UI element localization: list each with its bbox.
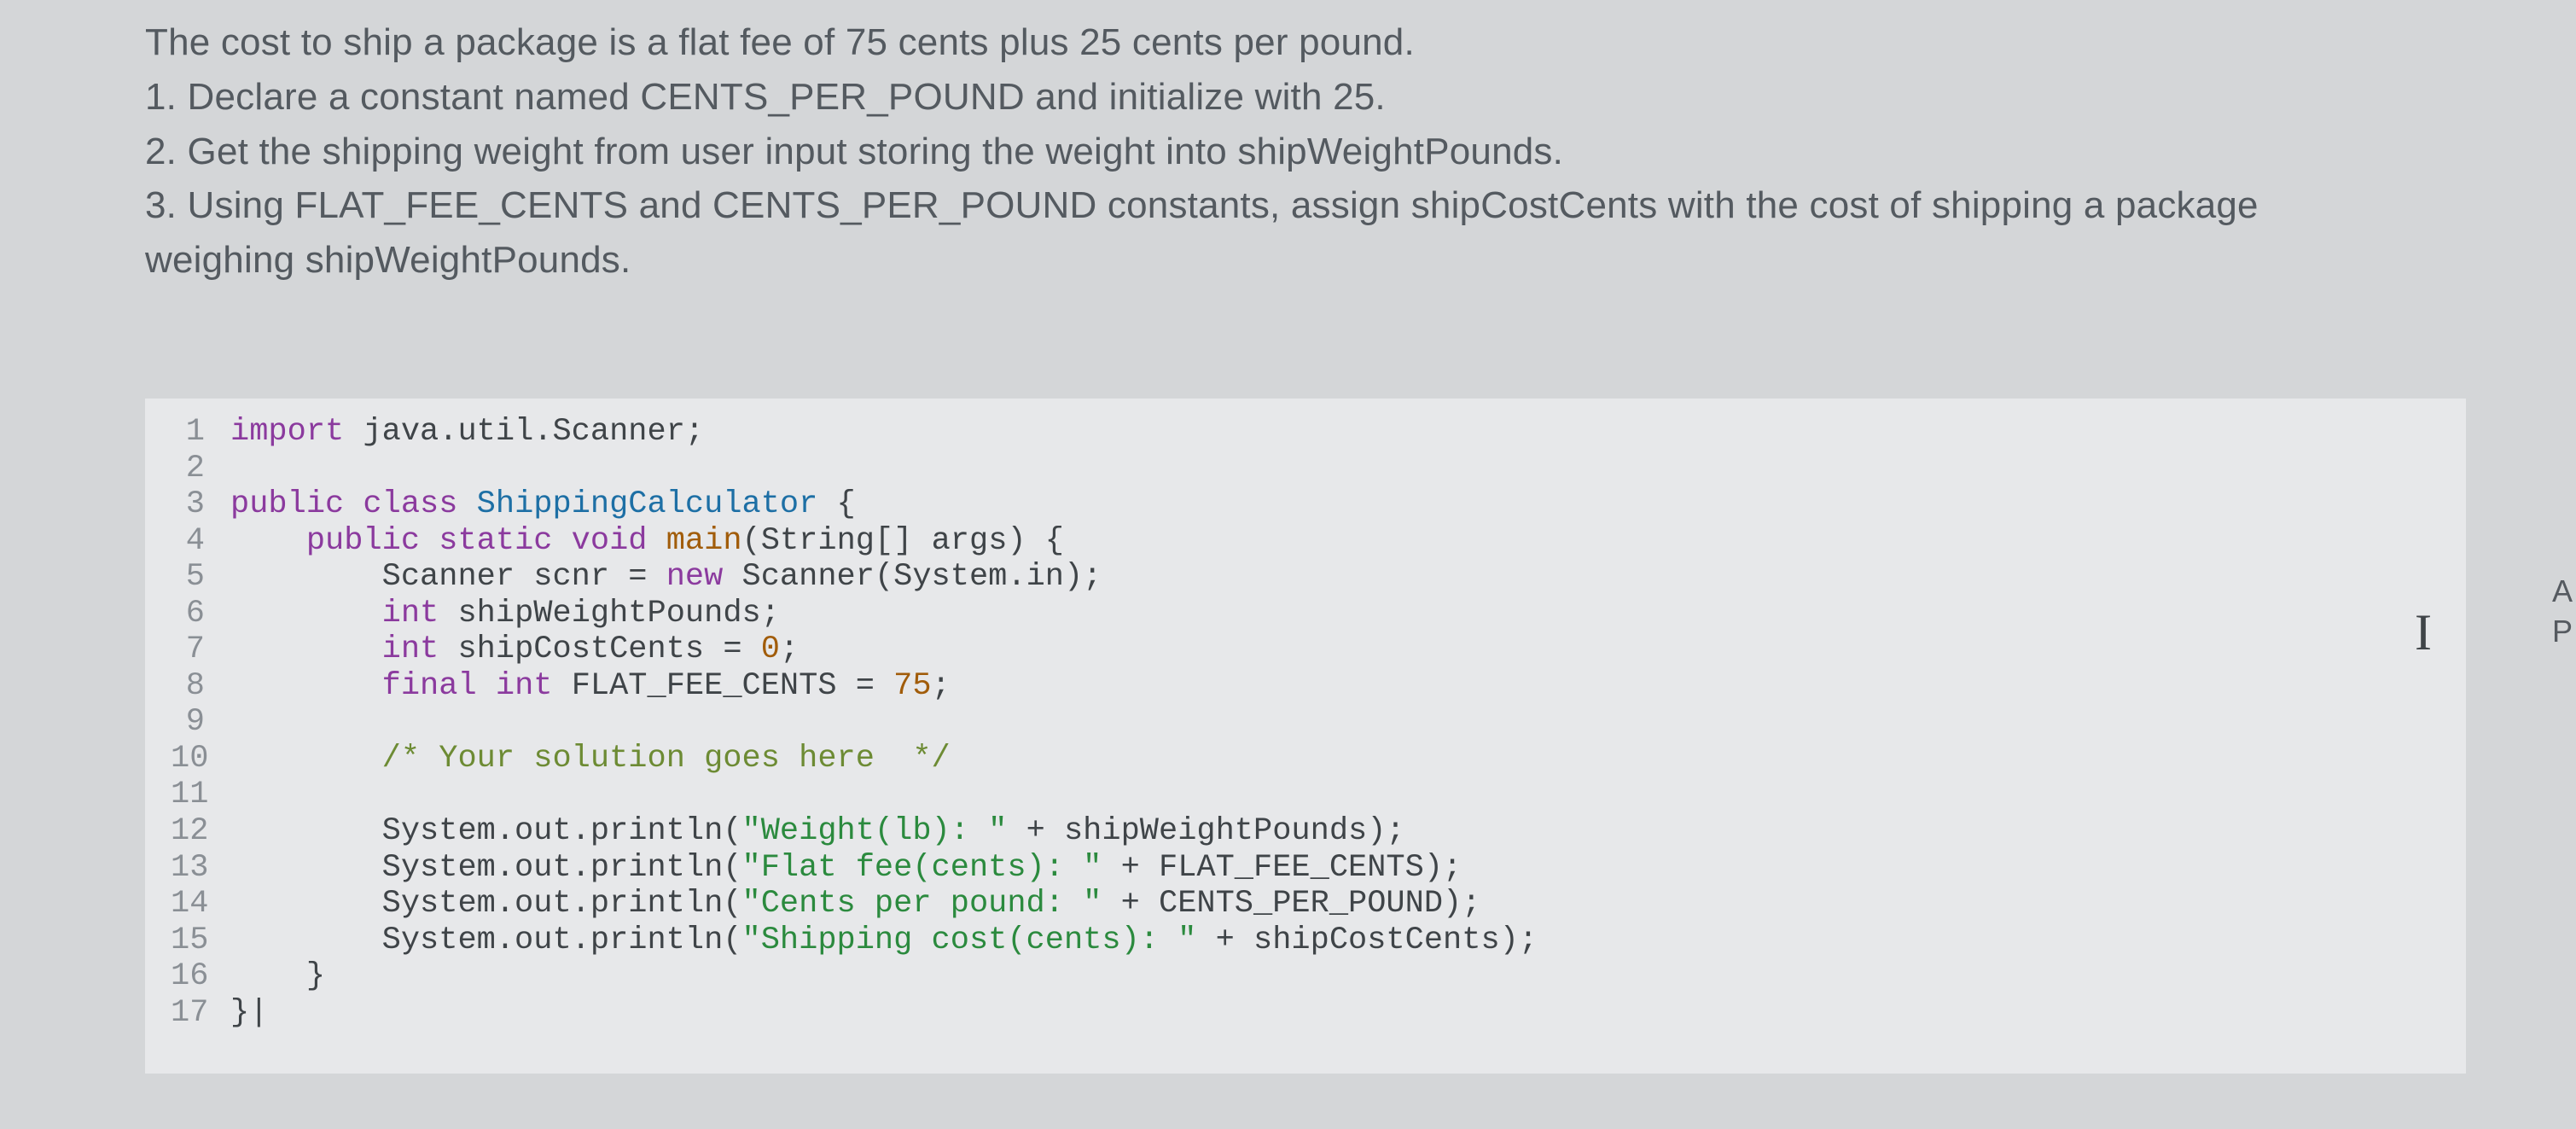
line-number: 9 — [171, 704, 230, 741]
editor-caret-icon: | — [249, 995, 268, 1031]
code-content[interactable]: import java.util.Scanner; — [230, 414, 2440, 451]
code-content[interactable]: System.out.println("Weight(lb): " + ship… — [230, 813, 2440, 850]
code-line[interactable]: 12 System.out.println("Weight(lb): " + s… — [171, 813, 2440, 850]
line-number: 13 — [171, 850, 230, 887]
line-number: 2 — [171, 451, 230, 487]
code-line[interactable]: 15 System.out.println("Shipping cost(cen… — [171, 922, 2440, 959]
code-content[interactable]: /* Your solution goes here */ — [230, 741, 2440, 777]
code-line[interactable]: 2 — [171, 451, 2440, 487]
code-content[interactable]: int shipWeightPounds; — [230, 596, 2440, 632]
instruction-line-1: The cost to ship a package is a flat fee… — [145, 15, 2406, 70]
code-content[interactable]: System.out.println("Shipping cost(cents)… — [230, 922, 2440, 959]
code-content[interactable]: }| — [230, 995, 2440, 1032]
code-content[interactable]: public class ShippingCalculator { — [230, 486, 2440, 523]
line-number: 12 — [171, 813, 230, 850]
code-content[interactable]: int shipCostCents = 0; — [230, 631, 2440, 668]
code-line[interactable]: 5 Scanner scnr = new Scanner(System.in); — [171, 559, 2440, 596]
code-content[interactable] — [230, 777, 2440, 813]
page-root: The cost to ship a package is a flat fee… — [0, 0, 2576, 1074]
line-number: 11 — [171, 777, 230, 813]
line-number: 10 — [171, 741, 230, 777]
line-number: 1 — [171, 414, 230, 451]
instruction-line-4: 3. Using FLAT_FEE_CENTS and CENTS_PER_PO… — [145, 178, 2406, 288]
line-number: 7 — [171, 631, 230, 668]
instruction-line-2: 1. Declare a constant named CENTS_PER_PO… — [145, 70, 2406, 125]
code-line[interactable]: 7 int shipCostCents = 0; — [171, 631, 2440, 668]
code-content[interactable] — [230, 704, 2440, 741]
line-number: 17 — [171, 995, 230, 1032]
code-line[interactable]: 1import java.util.Scanner; — [171, 414, 2440, 451]
code-line[interactable]: 17}| — [171, 995, 2440, 1032]
line-number: 15 — [171, 922, 230, 959]
code-line[interactable]: 9 — [171, 704, 2440, 741]
line-number: 8 — [171, 668, 230, 705]
code-content[interactable]: System.out.println("Cents per pound: " +… — [230, 886, 2440, 922]
line-number: 16 — [171, 958, 230, 995]
code-content[interactable]: final int FLAT_FEE_CENTS = 75; — [230, 668, 2440, 705]
line-number: 14 — [171, 886, 230, 922]
code-line[interactable]: 13 System.out.println("Flat fee(cents): … — [171, 850, 2440, 887]
code-line[interactable]: 3public class ShippingCalculator { — [171, 486, 2440, 523]
line-number: 6 — [171, 596, 230, 632]
instruction-line-3: 2. Get the shipping weight from user inp… — [145, 125, 2406, 179]
code-line[interactable]: 14 System.out.println("Cents per pound: … — [171, 886, 2440, 922]
code-line[interactable]: 10 /* Your solution goes here */ — [171, 741, 2440, 777]
side-letter-a: A — [2552, 572, 2573, 612]
line-number: 4 — [171, 523, 230, 560]
code-content[interactable]: } — [230, 958, 2440, 995]
code-content[interactable]: Scanner scnr = new Scanner(System.in); — [230, 559, 2440, 596]
code-content[interactable]: System.out.println("Flat fee(cents): " +… — [230, 850, 2440, 887]
side-letters: A P — [2552, 572, 2573, 652]
problem-instructions: The cost to ship a package is a flat fee… — [145, 15, 2406, 288]
code-content[interactable] — [230, 451, 2440, 487]
code-line[interactable]: 4 public static void main(String[] args)… — [171, 523, 2440, 560]
line-number: 3 — [171, 486, 230, 523]
code-line[interactable]: 11 — [171, 777, 2440, 813]
code-editor[interactable]: I 1import java.util.Scanner;2 3public cl… — [145, 399, 2466, 1074]
line-number: 5 — [171, 559, 230, 596]
code-content[interactable]: public static void main(String[] args) { — [230, 523, 2440, 560]
side-letter-p: P — [2552, 612, 2573, 652]
code-line[interactable]: 16 } — [171, 958, 2440, 995]
code-line[interactable]: 6 int shipWeightPounds; — [171, 596, 2440, 632]
text-cursor-icon: I — [2415, 603, 2432, 662]
code-line[interactable]: 8 final int FLAT_FEE_CENTS = 75; — [171, 668, 2440, 705]
